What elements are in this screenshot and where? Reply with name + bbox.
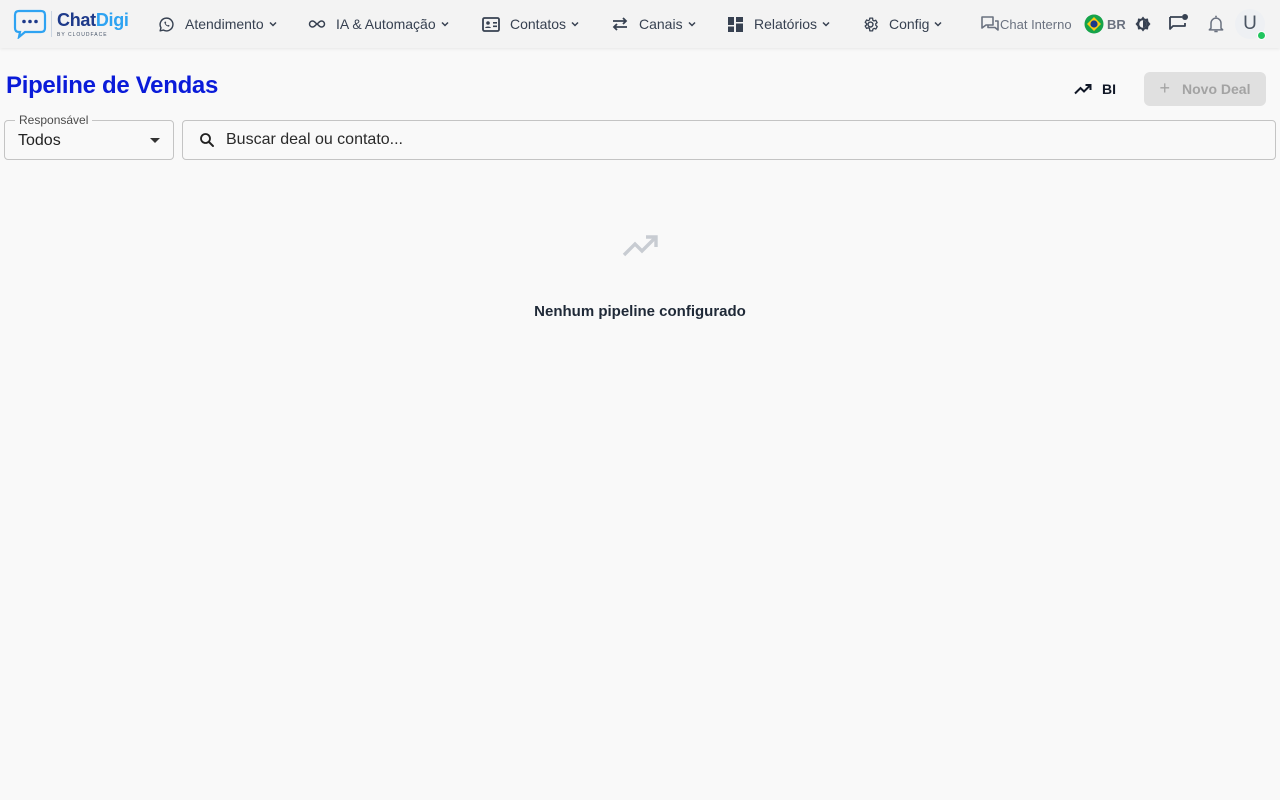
nav-atendimento-label: Atendimento	[185, 16, 264, 32]
chatdigi-logo[interactable]: ChatDigi BY CLOUDFACE	[13, 8, 133, 40]
top-navbar: ChatDigi BY CLOUDFACE Atendimento IA & A…	[0, 0, 1280, 48]
language-label: BR	[1107, 16, 1126, 32]
trending-up-icon	[1074, 84, 1092, 95]
chevron-down-icon	[440, 19, 450, 29]
chevron-down-icon	[570, 19, 580, 29]
chevron-down-icon	[268, 19, 278, 29]
message-badge-icon	[1169, 14, 1188, 30]
search-input[interactable]	[226, 131, 1226, 149]
swap-arrows-icon	[611, 15, 629, 33]
nav-config[interactable]: Config	[861, 12, 943, 36]
trending-up-icon	[622, 235, 658, 257]
nav-relatorios[interactable]: Relatórios	[726, 12, 831, 36]
nav-contatos-label: Contatos	[510, 16, 567, 32]
chevron-down-icon	[821, 19, 831, 29]
theme-toggle-button[interactable]	[1131, 12, 1155, 36]
nav-canais[interactable]: Canais	[611, 12, 697, 36]
dashboard-icon	[726, 15, 744, 33]
logo-tagline: BY CLOUDFACE	[57, 31, 108, 38]
chat-interno-label: Chat Interno	[1000, 16, 1072, 32]
nav-config-label: Config	[889, 16, 930, 32]
notifications-button[interactable]	[1204, 12, 1228, 36]
chevron-down-icon	[933, 19, 943, 29]
logo-divider	[51, 11, 52, 37]
search-icon	[200, 133, 214, 147]
nav-contatos[interactable]: Contatos	[482, 12, 580, 36]
logo-word-chat: Chat	[57, 9, 96, 30]
page-title: Pipeline de Vendas	[6, 72, 219, 99]
responsavel-label: Responsável	[15, 113, 93, 127]
announcements-button[interactable]	[1166, 12, 1190, 36]
nav-atendimento[interactable]: Atendimento	[157, 12, 278, 36]
logo-word-digi: Digi	[95, 9, 129, 30]
chat-interno-button[interactable]: Chat Interno	[981, 14, 1072, 34]
responsavel-value: Todos	[18, 132, 61, 149]
bi-button-label: BI	[1102, 81, 1116, 97]
brightness-icon	[1135, 16, 1151, 32]
gear-icon	[861, 15, 879, 33]
bi-button[interactable]: BI	[1066, 74, 1124, 104]
online-status-dot	[1257, 31, 1266, 40]
novo-deal-label: Novo Deal	[1182, 81, 1251, 97]
chat-bubble-logo-icon	[13, 9, 47, 40]
language-selector[interactable]: BR	[1084, 14, 1126, 34]
empty-state-message: Nenhum pipeline configurado	[534, 303, 746, 320]
nav-ia-automacao[interactable]: IA & Automação	[308, 12, 450, 36]
responsavel-select[interactable]: Responsável Todos	[4, 113, 174, 160]
bell-off-icon	[1208, 15, 1224, 33]
plus-icon: +	[1159, 77, 1171, 98]
nav-canais-label: Canais	[639, 16, 683, 32]
search-field[interactable]	[182, 120, 1276, 160]
dropdown-arrow-icon	[150, 138, 160, 143]
infinity-icon	[308, 15, 326, 33]
novo-deal-button[interactable]: + Novo Deal	[1144, 72, 1266, 106]
chevron-down-icon	[687, 19, 697, 29]
whatsapp-icon	[157, 15, 175, 33]
logo-text: ChatDigi BY CLOUDFACE	[57, 11, 129, 38]
contact-card-icon	[482, 15, 500, 33]
forum-icon	[981, 16, 999, 31]
brazil-flag-icon	[1084, 14, 1104, 34]
nav-relatorios-label: Relatórios	[754, 16, 818, 32]
nav-ia-automacao-label: IA & Automação	[336, 16, 436, 32]
